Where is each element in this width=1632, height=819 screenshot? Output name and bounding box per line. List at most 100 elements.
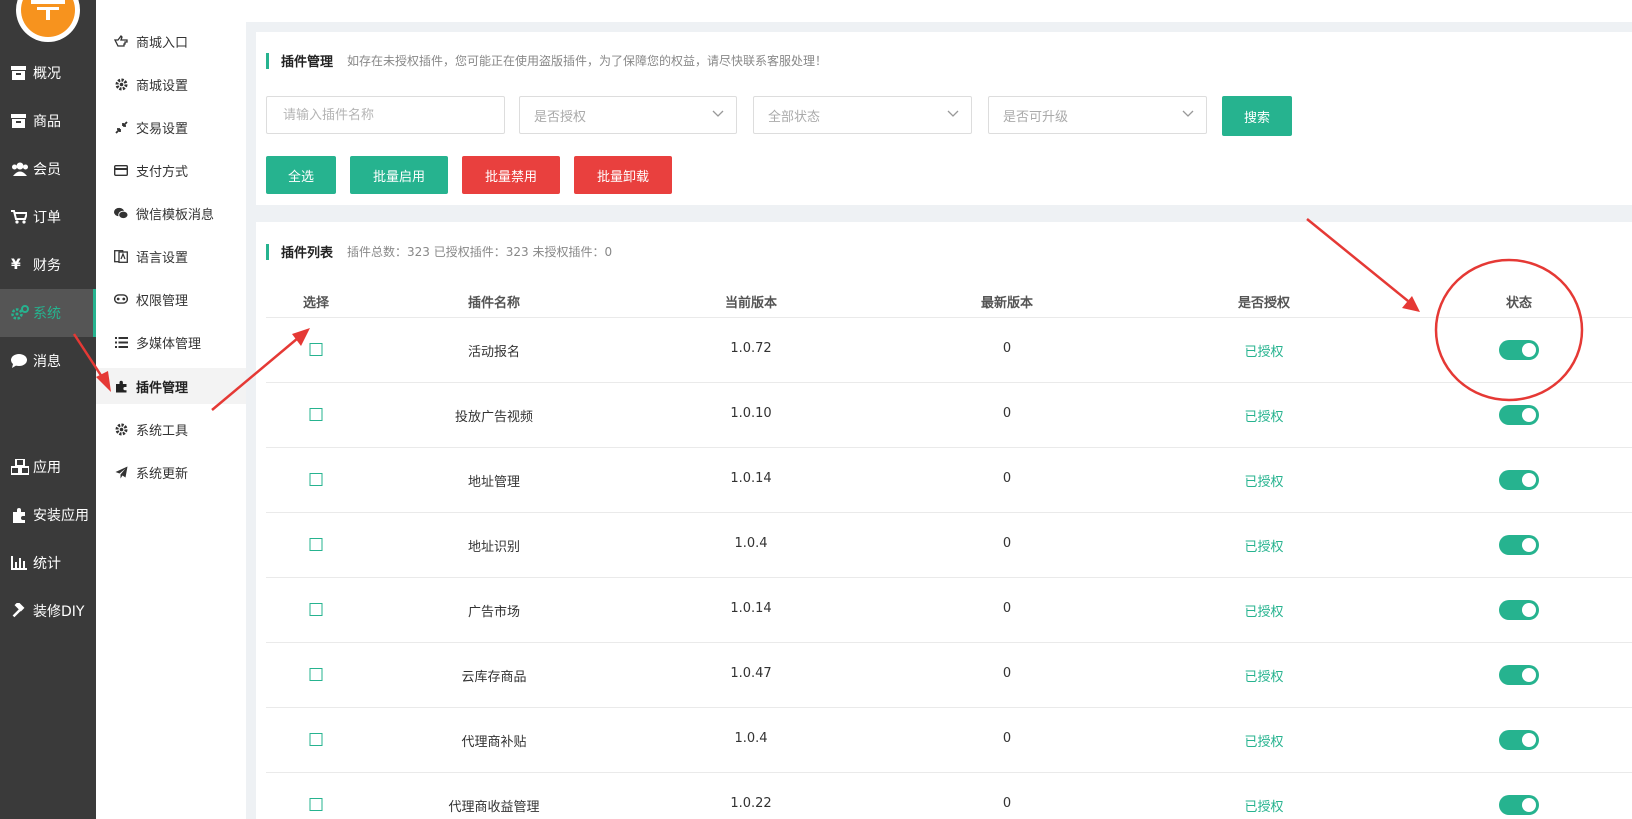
status-toggle[interactable] — [1499, 795, 1539, 815]
language-icon — [114, 249, 128, 263]
chevron-down-icon — [947, 110, 959, 117]
plugin-name-search — [266, 96, 505, 134]
submenu-item-mall-settings[interactable]: 商城设置 — [96, 66, 246, 102]
submenu-item-label: 多媒体管理 — [136, 336, 202, 352]
upgrade-select-value: 是否可升级 — [1003, 109, 1069, 125]
sidebar-item-finance[interactable]: ¥ 财务 — [0, 241, 96, 289]
plugin-name-cell: 代理商补贴 — [461, 735, 527, 750]
sidebar-item-label: 统计 — [33, 556, 61, 572]
sidebar-item-goods[interactable]: 商品 — [0, 97, 96, 145]
status-toggle[interactable] — [1499, 535, 1539, 555]
plugin-name-cell: 广告市场 — [467, 605, 521, 620]
submenu-item-plugin-management[interactable]: 插件管理 — [96, 368, 246, 404]
select-all-button[interactable]: 全选 — [266, 156, 336, 194]
row-divider — [266, 577, 1632, 578]
current-version-cell: 1.0.47 — [730, 666, 772, 681]
row-select-checkbox[interactable] — [309, 603, 323, 616]
row-select-checkbox[interactable] — [309, 733, 323, 746]
upgrade-select[interactable]: 是否可升级 — [988, 96, 1207, 134]
sidebar-item-members[interactable]: 会员 — [0, 145, 96, 193]
latest-version-cell: 0 — [1002, 471, 1012, 486]
status-select[interactable]: 全部状态 — [753, 96, 972, 134]
sidebar-item-overview[interactable]: 概况 — [0, 49, 96, 97]
sidebar-item-decoration-diy[interactable]: 装修DIY — [0, 587, 96, 635]
plugin-summary: 插件总数：323 已授权插件：323 未授权插件：0 — [347, 245, 613, 259]
status-toggle[interactable] — [1499, 470, 1539, 490]
brand-logo[interactable] — [16, 0, 80, 42]
row-select-checkbox[interactable] — [309, 668, 323, 681]
submenu-item-language-settings[interactable]: 语言设置 — [96, 238, 246, 274]
cart-icon — [11, 209, 29, 225]
current-version-cell: 1.0.14 — [730, 601, 772, 616]
plugin-name-cell: 投放广告视频 — [454, 410, 534, 425]
row-select-checkbox[interactable] — [309, 798, 323, 811]
row-divider — [266, 642, 1632, 643]
row-select-checkbox[interactable] — [309, 473, 323, 486]
row-select-checkbox[interactable] — [309, 408, 323, 421]
chat-icon — [11, 353, 29, 369]
title-accent-bar — [266, 243, 269, 260]
row-divider — [266, 707, 1632, 708]
sidebar-item-orders[interactable]: 订单 — [0, 193, 96, 241]
authorized-cell: 已授权 — [1244, 800, 1284, 815]
row-select-checkbox[interactable] — [309, 343, 323, 356]
status-toggle[interactable] — [1499, 340, 1539, 360]
submenu-item-trade-settings[interactable]: 交易设置 — [96, 109, 246, 145]
column-header-name: 插件名称 — [467, 296, 521, 311]
batch-disable-button[interactable]: 批量禁用 — [462, 156, 560, 194]
bar-chart-icon — [11, 555, 29, 571]
search-input[interactable] — [281, 106, 490, 124]
list-header: 插件列表 插件总数：323 已授权插件：323 未授权插件：0 — [266, 242, 612, 261]
authorized-cell: 已授权 — [1244, 540, 1284, 555]
submenu-item-mall-entry[interactable]: 商城入口 — [96, 23, 246, 59]
submenu-item-label: 商城入口 — [136, 35, 189, 51]
sidebar-item-messages[interactable]: 消息 — [0, 337, 96, 385]
row-divider — [266, 512, 1632, 513]
status-toggle[interactable] — [1499, 730, 1539, 750]
filter-panel: 插件管理 如存在未授权插件，您可能正在使用盗版插件，为了保障您的权益，请尽快联系… — [256, 32, 1632, 205]
sidebar-item-system[interactable]: 系统 — [0, 289, 96, 337]
search-button[interactable]: 搜索 — [1222, 96, 1292, 136]
gear-icon — [114, 77, 128, 91]
status-toggle[interactable] — [1499, 405, 1539, 425]
batch-uninstall-button[interactable]: 批量卸载 — [574, 156, 672, 194]
column-header-select: 选择 — [302, 296, 330, 311]
main-sidebar: 概况 商品 会员 订单 ¥ 财务 系统 消息 应用 安装应用 统计 装修DIY — [0, 0, 96, 819]
submenu-item-media[interactable]: 多媒体管理 — [96, 324, 246, 360]
archive-icon — [11, 65, 29, 81]
submenu-item-system-update[interactable]: 系统更新 — [96, 454, 246, 490]
status-toggle[interactable] — [1499, 600, 1539, 620]
sidebar-item-statistics[interactable]: 统计 — [0, 539, 96, 587]
plugin-name-cell: 地址识别 — [467, 540, 521, 555]
status-toggle[interactable] — [1499, 665, 1539, 685]
sidebar-item-apps[interactable]: 应用 — [0, 443, 96, 491]
plugin-list-panel: 插件列表 插件总数：323 已授权插件：323 未授权插件：0 选择 插件名称 … — [256, 222, 1632, 819]
auth-select[interactable]: 是否授权 — [519, 96, 737, 134]
submenu-item-payment-methods[interactable]: 支付方式 — [96, 152, 246, 188]
users-icon — [11, 161, 29, 177]
sidebar-item-label: 应用 — [33, 460, 61, 476]
sidebar-item-label: 概况 — [33, 66, 61, 82]
submenu-item-label: 商城设置 — [136, 78, 189, 94]
sidebar-item-label: 财务 — [33, 258, 61, 274]
submenu-item-label: 支付方式 — [136, 164, 189, 180]
plugin-name-cell: 代理商收益管理 — [448, 800, 540, 815]
latest-version-cell: 0 — [1002, 406, 1012, 421]
sidebar-item-install-apps[interactable]: 安装应用 — [0, 491, 96, 539]
batch-enable-button[interactable]: 批量启用 — [350, 156, 448, 194]
row-divider — [266, 382, 1632, 383]
column-header-current-version: 当前版本 — [724, 296, 778, 311]
submenu-item-system-tools[interactable]: 系统工具 — [96, 411, 246, 447]
row-divider — [266, 447, 1632, 448]
column-header-latest-version: 最新版本 — [980, 296, 1034, 311]
submenu-item-permissions[interactable]: 权限管理 — [96, 281, 246, 317]
section-title: 插件管理 — [281, 55, 334, 70]
cogs-icon — [11, 305, 29, 321]
submenu-item-label: 权限管理 — [136, 293, 189, 309]
row-select-checkbox[interactable] — [309, 538, 323, 551]
submenu-item-wechat-template[interactable]: 微信模板消息 — [96, 195, 246, 231]
current-version-cell: 1.0.4 — [734, 731, 768, 746]
authorized-cell: 已授权 — [1244, 410, 1284, 425]
sidebar-item-label: 系统 — [33, 306, 61, 322]
plugin-name-cell: 地址管理 — [467, 475, 521, 490]
